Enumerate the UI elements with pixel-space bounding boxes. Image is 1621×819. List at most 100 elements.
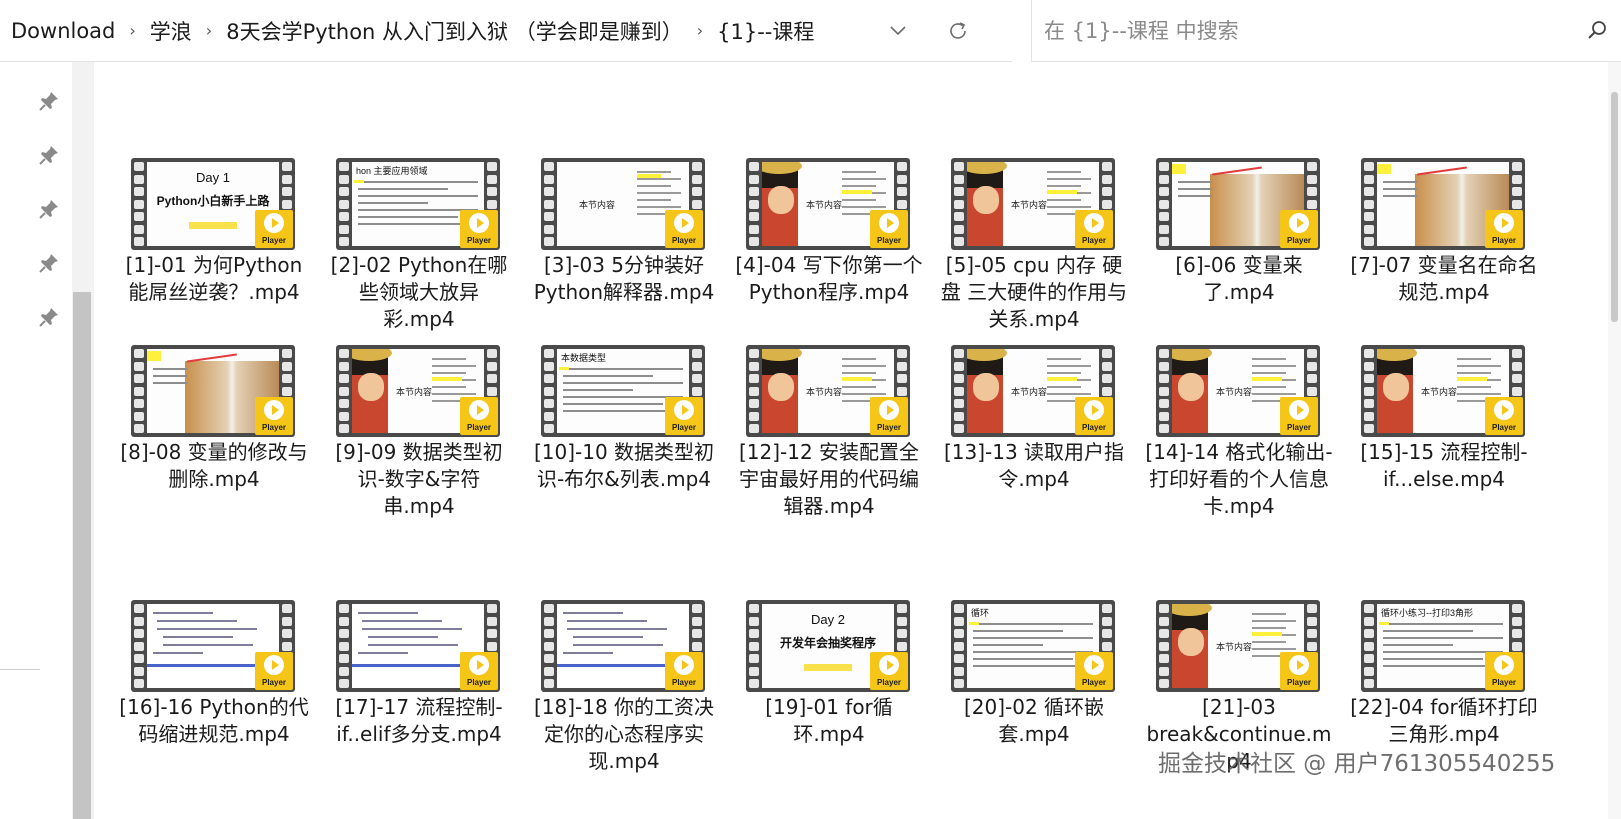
slide-highlight [189, 222, 237, 229]
player-badge-icon: Player [255, 397, 293, 435]
player-badge-icon: Player [1485, 210, 1523, 248]
chevron-right-icon[interactable]: › [129, 21, 135, 40]
film-strip [747, 349, 761, 433]
player-badge-icon: Player [1075, 652, 1113, 690]
film-strip [542, 162, 556, 246]
slide-highlight [147, 351, 161, 361]
slide-highlight [1379, 622, 1389, 625]
slide-label: 本节内容 [1216, 643, 1253, 653]
character-image [967, 162, 1007, 246]
film-strip [747, 604, 761, 688]
file-name[interactable]: [2]-02 Python在哪些领域大放异彩.mp4 [324, 252, 514, 333]
play-icon [1289, 400, 1309, 420]
pin-icon[interactable] [38, 90, 60, 112]
player-badge-label: Player [671, 678, 697, 687]
content-scrollbar[interactable] [1608, 62, 1621, 819]
slide-label: 本节内容 [806, 388, 843, 398]
play-icon [1084, 213, 1104, 233]
pin-icon[interactable] [38, 144, 60, 166]
search-input[interactable] [1044, 18, 1544, 43]
film-strip [952, 349, 966, 433]
player-badge-icon: Player [665, 652, 703, 690]
film-strip [542, 349, 556, 433]
character-image [1377, 349, 1417, 433]
file-name[interactable]: [7]-07 变量名在命名规范.mp4 [1349, 252, 1539, 306]
player-badge-icon: Player [255, 210, 293, 248]
play-icon [674, 213, 694, 233]
file-name[interactable]: [6]-06 变量来了.mp4 [1144, 252, 1334, 306]
film-strip [952, 604, 966, 688]
file-name[interactable]: [20]-02 循环嵌套.mp4 [939, 694, 1129, 748]
breadcrumb-item-xuelang[interactable]: 学浪 [150, 16, 192, 46]
file-name[interactable]: [22]-04 for循环打印三角形.mp4 [1349, 694, 1539, 748]
file-name[interactable]: [18]-18 你的工资决定你的心态程序实现.mp4 [529, 694, 719, 775]
nav-scrollbar-thumb[interactable] [73, 292, 91, 819]
slide-highlight [1457, 377, 1487, 381]
pin-icon[interactable] [38, 252, 60, 274]
player-badge-label: Player [671, 423, 697, 432]
player-badge-label: Player [1491, 678, 1517, 687]
play-icon [469, 213, 489, 233]
slide-highlight [637, 174, 661, 178]
nav-scrollbar[interactable] [72, 62, 94, 819]
address-bar-region: Download › 学浪 › 8天会学Python 从入门到入狱 （学会即是赚… [0, 0, 1621, 62]
file-name[interactable]: [1]-01 为何Python能屌丝逆袭？.mp4 [119, 252, 309, 306]
search-box[interactable] [1031, 0, 1621, 62]
file-name[interactable]: [15]-15 流程控制-if...else.mp4 [1349, 439, 1539, 493]
slide-label: 本节内容 [579, 201, 616, 211]
play-icon [469, 655, 489, 675]
player-badge-icon: Player [1280, 652, 1318, 690]
player-badge-icon: Player [460, 652, 498, 690]
file-name[interactable]: [10]-10 数据类型初识-布尔&列表.mp4 [529, 439, 719, 493]
player-badge-icon: Player [1075, 210, 1113, 248]
player-badge-label: Player [1491, 236, 1517, 245]
search-icon[interactable] [1586, 20, 1608, 46]
file-name[interactable]: [17]-17 流程控制-if..elif多分支.mp4 [324, 694, 514, 748]
play-icon [1289, 213, 1309, 233]
breadcrumb[interactable]: Download › 学浪 › 8天会学Python 从入门到入狱 （学会即是赚… [0, 0, 1012, 62]
file-name[interactable]: [9]-09 数据类型初识-数字&字符串.mp4 [324, 439, 514, 520]
file-name[interactable]: [16]-16 Python的代码缩进规范.mp4 [119, 694, 309, 748]
file-name[interactable]: [14]-14 格式化输出-打印好看的个人信息卡.mp4 [1144, 439, 1334, 520]
file-name[interactable]: [4]-04 写下你第一个Python程序.mp4 [734, 252, 924, 306]
play-icon [879, 213, 899, 233]
breadcrumb-item-current[interactable]: {1}--课程 [717, 16, 814, 46]
content-scrollbar-thumb[interactable] [1611, 92, 1618, 322]
film-strip [747, 162, 761, 246]
character-image [1172, 604, 1212, 688]
slide-highlight [842, 377, 872, 381]
film-strip [542, 604, 556, 688]
play-icon [469, 400, 489, 420]
player-badge-label: Player [1081, 678, 1107, 687]
file-name[interactable]: [8]-08 变量的修改与删除.mp4 [119, 439, 309, 493]
pin-icon[interactable] [38, 198, 60, 220]
play-icon [879, 400, 899, 420]
file-name[interactable]: [13]-13 读取用户指令.mp4 [939, 439, 1129, 493]
chevron-down-icon[interactable] [880, 0, 916, 62]
file-name[interactable]: [3]-03 5分钟装好Python解释器.mp4 [529, 252, 719, 306]
player-badge-icon: Player [665, 397, 703, 435]
chevron-right-icon[interactable]: › [206, 21, 212, 40]
film-strip [1157, 349, 1171, 433]
file-name[interactable]: [12]-12 安装配置全宇宙最好用的代码编辑器.mp4 [734, 439, 924, 520]
player-badge-label: Player [671, 236, 697, 245]
player-badge-label: Player [1081, 423, 1107, 432]
nav-divider [0, 669, 40, 670]
breadcrumb-item-course-folder[interactable]: 8天会学Python 从入门到入狱 （学会即是赚到） [226, 16, 683, 46]
slide-text [1383, 176, 1417, 202]
player-badge-icon: Player [460, 397, 498, 435]
refresh-icon[interactable] [940, 0, 976, 62]
player-badge-icon: Player [665, 210, 703, 248]
slide-highlight [1252, 632, 1282, 636]
breadcrumb-item-download[interactable]: Download [11, 19, 115, 43]
player-badge-icon: Player [1280, 397, 1318, 435]
slide-highlight [354, 180, 364, 183]
player-badge-icon: Player [870, 397, 908, 435]
film-strip [337, 162, 351, 246]
pin-icon[interactable] [38, 306, 60, 328]
file-name[interactable]: [5]-05 cpu 内存 硬盘 三大硬件的作用与关系.mp4 [939, 252, 1129, 333]
navigation-pane [0, 62, 66, 819]
chevron-right-icon[interactable]: › [697, 21, 703, 40]
slide-highlight [969, 622, 979, 625]
file-name[interactable]: [19]-01 for循环.mp4 [734, 694, 924, 748]
